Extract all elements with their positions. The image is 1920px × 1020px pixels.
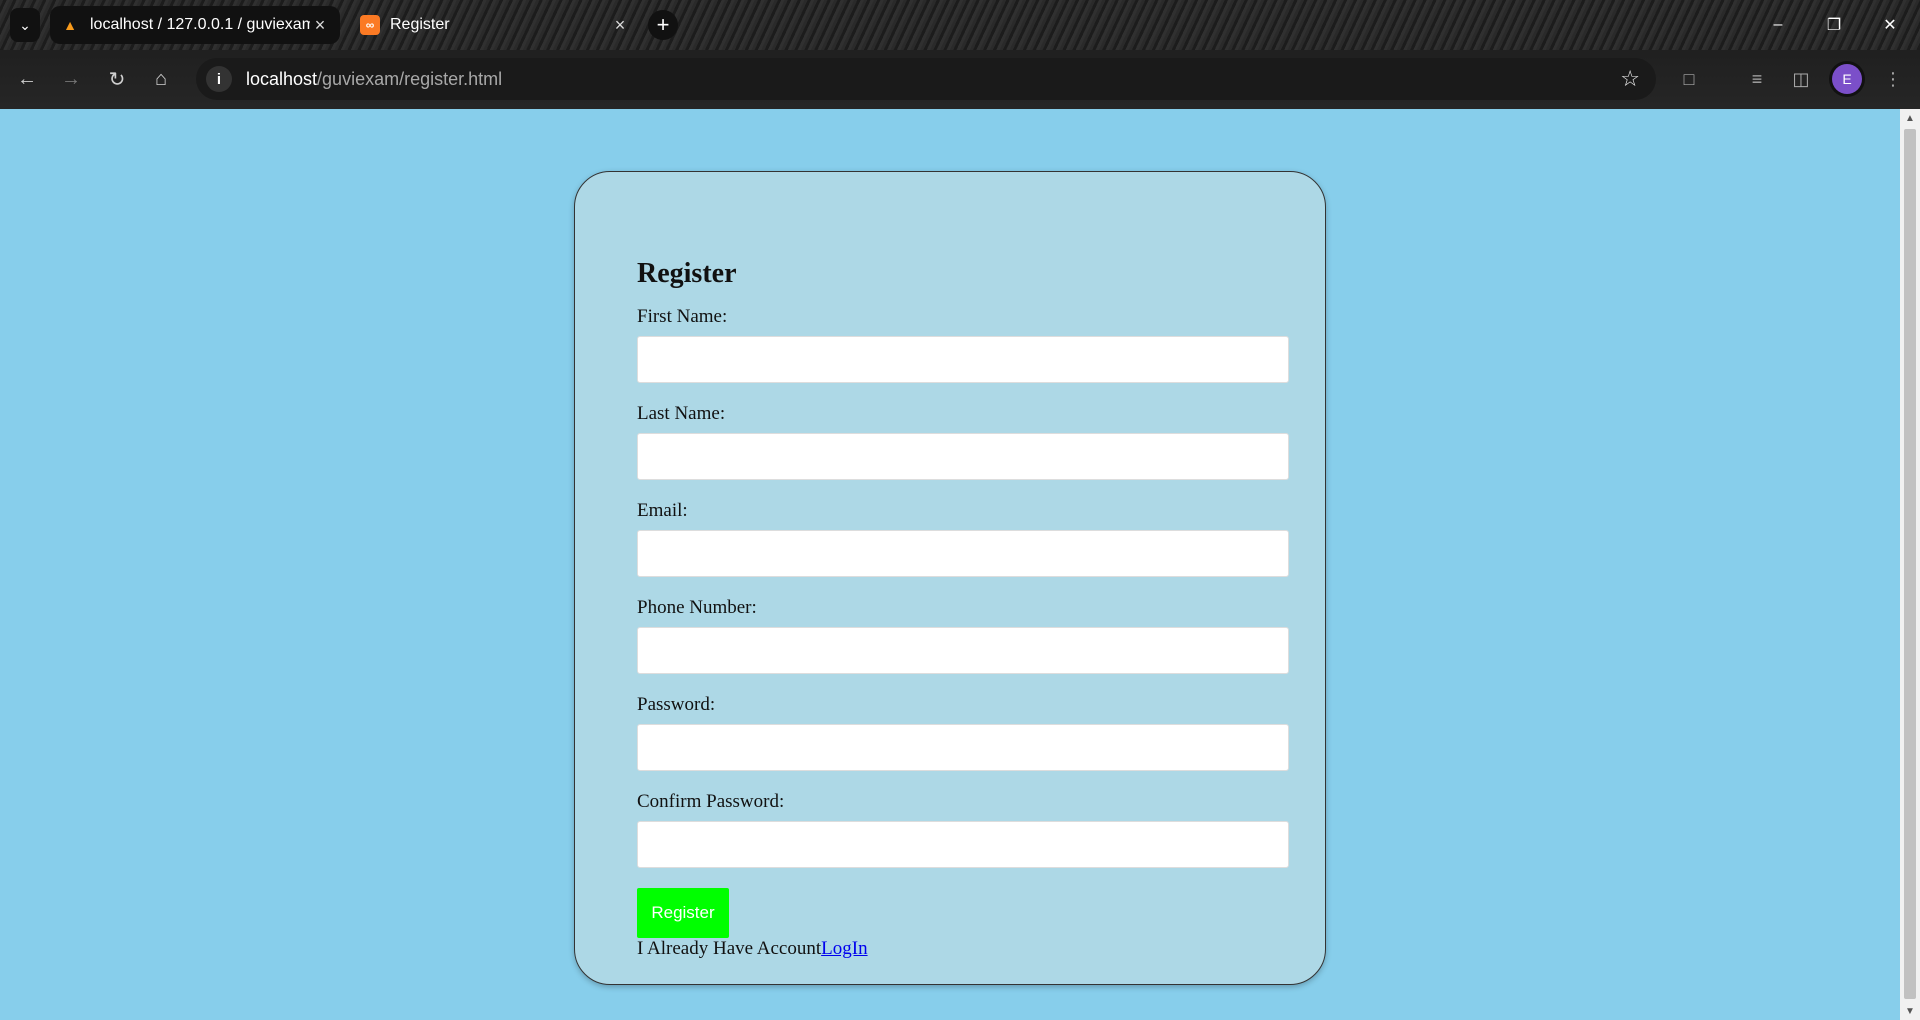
menu-button[interactable]: ⋮ bbox=[1878, 64, 1908, 94]
password-input[interactable] bbox=[637, 724, 1289, 771]
restore-button[interactable]: ❐ bbox=[1806, 0, 1862, 50]
email-label: Email: bbox=[637, 500, 688, 521]
scrollbar-thumb[interactable] bbox=[1904, 129, 1916, 999]
url-text[interactable]: localhost/guviexam/register.html bbox=[246, 69, 502, 90]
url-host: localhost bbox=[246, 68, 318, 89]
arrow-left-icon: ← bbox=[17, 67, 37, 90]
close-icon[interactable]: × bbox=[610, 15, 630, 36]
minimize-button[interactable]: – bbox=[1750, 0, 1806, 50]
back-button[interactable]: ← bbox=[12, 64, 42, 94]
phone-number-label: Phone Number: bbox=[637, 597, 757, 618]
close-window-button[interactable]: ✕ bbox=[1862, 0, 1918, 50]
info-icon[interactable]: i bbox=[206, 66, 232, 92]
browser-chrome: ⌄ ▲ localhost / 127.0.0.1 / guviexam × ∞… bbox=[0, 0, 1920, 109]
extensions-button[interactable]: □ bbox=[1674, 64, 1704, 94]
last-name-label: Last Name: bbox=[637, 403, 726, 424]
restore-icon: ❐ bbox=[1826, 17, 1842, 34]
minimize-icon: – bbox=[1773, 16, 1783, 33]
vertical-scrollbar[interactable]: ▲ ▼ bbox=[1900, 109, 1920, 1020]
scroll-down-icon[interactable]: ▼ bbox=[1900, 1002, 1920, 1020]
profile-avatar[interactable]: E bbox=[1832, 64, 1862, 94]
register-card: Register First Name: Last Name: Email: P… bbox=[574, 171, 1326, 985]
media-button[interactable]: ≡ bbox=[1742, 64, 1772, 94]
home-icon: ⌂ bbox=[154, 67, 168, 90]
email-input[interactable] bbox=[637, 530, 1289, 577]
puzzle-icon: □ bbox=[1683, 68, 1695, 89]
close-icon[interactable]: × bbox=[310, 15, 330, 36]
last-name-input[interactable] bbox=[637, 433, 1289, 480]
tab-title: localhost / 127.0.0.1 / guviexam bbox=[90, 16, 310, 33]
url-path: /guviexam/register.html bbox=[317, 68, 503, 89]
arrow-right-icon: → bbox=[61, 67, 81, 90]
tab-strip: ⌄ ▲ localhost / 127.0.0.1 / guviexam × ∞… bbox=[0, 0, 1920, 50]
reload-button[interactable]: ↻ bbox=[102, 64, 132, 94]
phpmyadmin-icon: ▲ bbox=[63, 17, 77, 33]
side-panel-icon: ◫ bbox=[1792, 68, 1810, 89]
confirm-password-input[interactable] bbox=[637, 821, 1289, 868]
address-bar[interactable]: i localhost/guviexam/register.html ☆ bbox=[196, 58, 1656, 100]
password-label: Password: bbox=[637, 694, 716, 715]
home-button[interactable]: ⌂ bbox=[146, 64, 176, 94]
xampp-icon: ∞ bbox=[360, 15, 380, 35]
close-icon: ✕ bbox=[1883, 17, 1897, 34]
tab-phpmyadmin[interactable]: ▲ localhost / 127.0.0.1 / guviexam × bbox=[50, 6, 340, 44]
confirm-password-label: Confirm Password: bbox=[637, 791, 785, 812]
register-button[interactable]: Register bbox=[637, 888, 729, 938]
forward-button[interactable]: → bbox=[56, 64, 86, 94]
playlist-icon: ≡ bbox=[1751, 68, 1763, 89]
login-prompt-text: I Already Have Account bbox=[637, 938, 822, 959]
reload-icon: ↻ bbox=[108, 68, 126, 91]
side-panel-button[interactable]: ◫ bbox=[1786, 64, 1816, 94]
first-name-label: First Name: bbox=[637, 306, 728, 327]
login-link[interactable]: LogIn bbox=[821, 938, 867, 959]
chevron-down-icon: ⌄ bbox=[19, 16, 31, 33]
tab-search-button[interactable]: ⌄ bbox=[10, 8, 40, 42]
new-tab-button[interactable]: + bbox=[648, 10, 678, 40]
tab-register[interactable]: ∞ Register × bbox=[350, 6, 640, 44]
scroll-up-icon[interactable]: ▲ bbox=[1900, 109, 1920, 127]
first-name-input[interactable] bbox=[637, 336, 1289, 383]
tab-title: Register bbox=[390, 16, 450, 33]
register-form: Register First Name: Last Name: Email: P… bbox=[637, 258, 1289, 960]
login-prompt: I Already Have AccountLogIn bbox=[637, 938, 1289, 960]
more-vert-icon: ⋮ bbox=[1884, 68, 1902, 89]
page-viewport: Register First Name: Last Name: Email: P… bbox=[0, 109, 1900, 1020]
page-title: Register bbox=[637, 258, 737, 289]
star-icon[interactable]: ☆ bbox=[1620, 66, 1640, 92]
plus-icon: + bbox=[656, 12, 670, 37]
phone-number-input[interactable] bbox=[637, 627, 1289, 674]
browser-toolbar: ← → ↻ ⌂ i localhost/guviexam/register.ht… bbox=[0, 50, 1920, 109]
